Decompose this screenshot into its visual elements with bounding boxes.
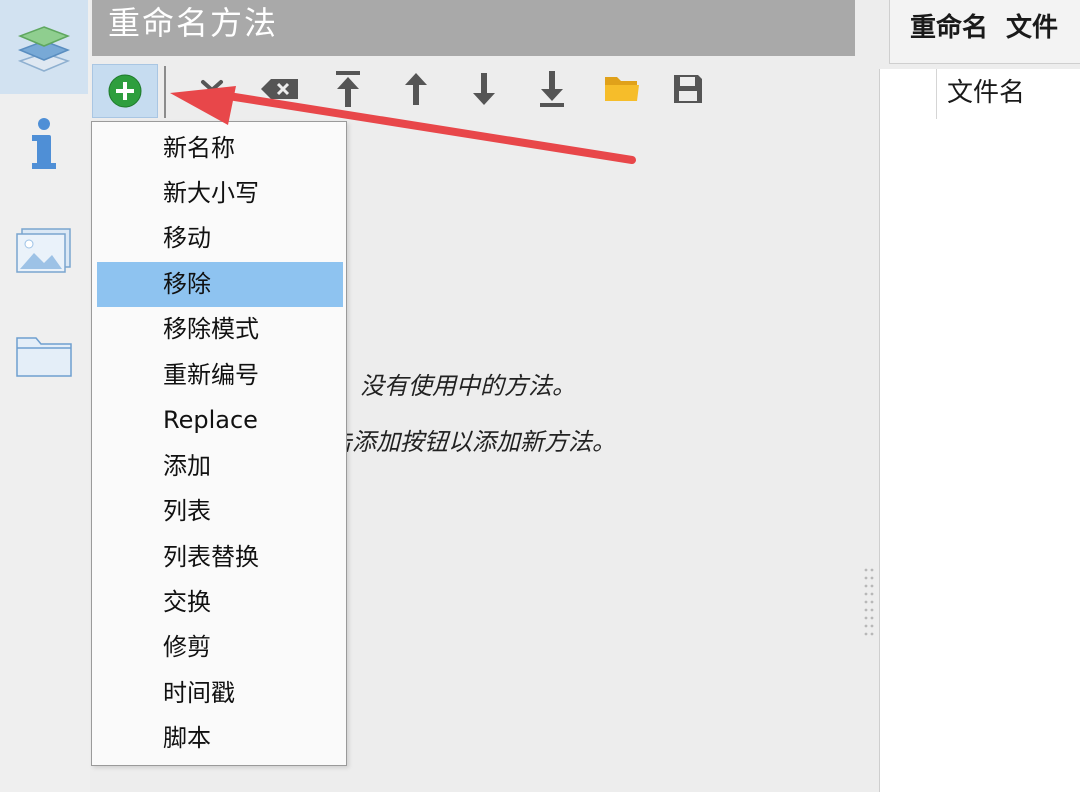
save-icon [674, 75, 702, 103]
menu-item-list[interactable]: 列表 [97, 489, 343, 534]
folder-icon [16, 337, 72, 377]
folder-open-icon [605, 77, 639, 101]
add-method-button[interactable] [92, 64, 158, 118]
tab-files[interactable]: 文件 [1006, 13, 1058, 43]
menu-item-trim[interactable]: 修剪 [97, 625, 343, 670]
methods-toolbar [92, 60, 855, 122]
remove-method-button[interactable] [189, 64, 235, 114]
menu-item-renumber[interactable]: 重新编号 [97, 353, 343, 398]
splitter-handle[interactable] [862, 566, 876, 638]
menu-item-new-name[interactable]: 新名称 [97, 126, 343, 171]
menu-item-replace[interactable]: Replace [97, 398, 343, 443]
arrow-down-icon [473, 73, 495, 105]
x-icon [201, 80, 223, 100]
menu-item-move[interactable]: 移动 [97, 216, 343, 261]
empty-state-line-1: 没有使用中的方法。 [360, 372, 576, 400]
menu-item-timestamp[interactable]: 时间戳 [97, 671, 343, 716]
add-method-menu: 新名称 新大小写 移动 移除 移除模式 重新编号 Replace 添加 列表 列… [91, 121, 347, 766]
sidebar-item-images[interactable] [0, 204, 88, 298]
menu-item-swap[interactable]: 交换 [97, 580, 343, 625]
move-up-button[interactable] [393, 64, 439, 114]
clear-methods-button[interactable] [257, 64, 303, 114]
panel-title: 重命名方法 [92, 0, 855, 56]
menu-item-remove-pattern[interactable]: 移除模式 [97, 307, 343, 352]
column-header-filename[interactable]: 文件名 [936, 69, 1025, 119]
layers-icon [17, 26, 71, 72]
sidebar [0, 0, 90, 792]
open-preset-button[interactable] [599, 64, 645, 114]
save-preset-button[interactable] [665, 64, 711, 114]
sidebar-item-info[interactable] [0, 98, 88, 192]
menu-item-list-replace[interactable]: 列表替换 [97, 535, 343, 580]
menu-item-remove[interactable]: 移除 [97, 262, 343, 307]
move-down-button[interactable] [461, 64, 507, 114]
menu-item-new-case[interactable]: 新大小写 [97, 171, 343, 216]
sidebar-item-methods[interactable] [0, 0, 88, 94]
backspace-icon [261, 79, 298, 99]
menu-item-script[interactable]: 脚本 [97, 716, 343, 761]
move-to-bottom-button[interactable] [529, 64, 575, 114]
menu-item-add[interactable]: 添加 [97, 444, 343, 489]
arrow-up-icon [405, 73, 427, 105]
files-list: 文件名 [879, 69, 1080, 792]
info-icon [32, 118, 56, 169]
sidebar-item-folder[interactable] [0, 308, 88, 402]
move-to-top-button[interactable] [325, 64, 371, 114]
images-icon [16, 228, 71, 273]
empty-state-line-2: 击添加按钮以添加新方法。 [328, 428, 616, 456]
add-circle-icon [108, 74, 142, 108]
right-panel-tabs: 重命名 文件 [889, 0, 1080, 64]
toolbar-separator [164, 66, 166, 118]
arrow-to-bottom-icon [540, 71, 564, 107]
arrow-to-top-icon [336, 71, 360, 107]
tab-rename[interactable]: 重命名 [910, 13, 988, 43]
